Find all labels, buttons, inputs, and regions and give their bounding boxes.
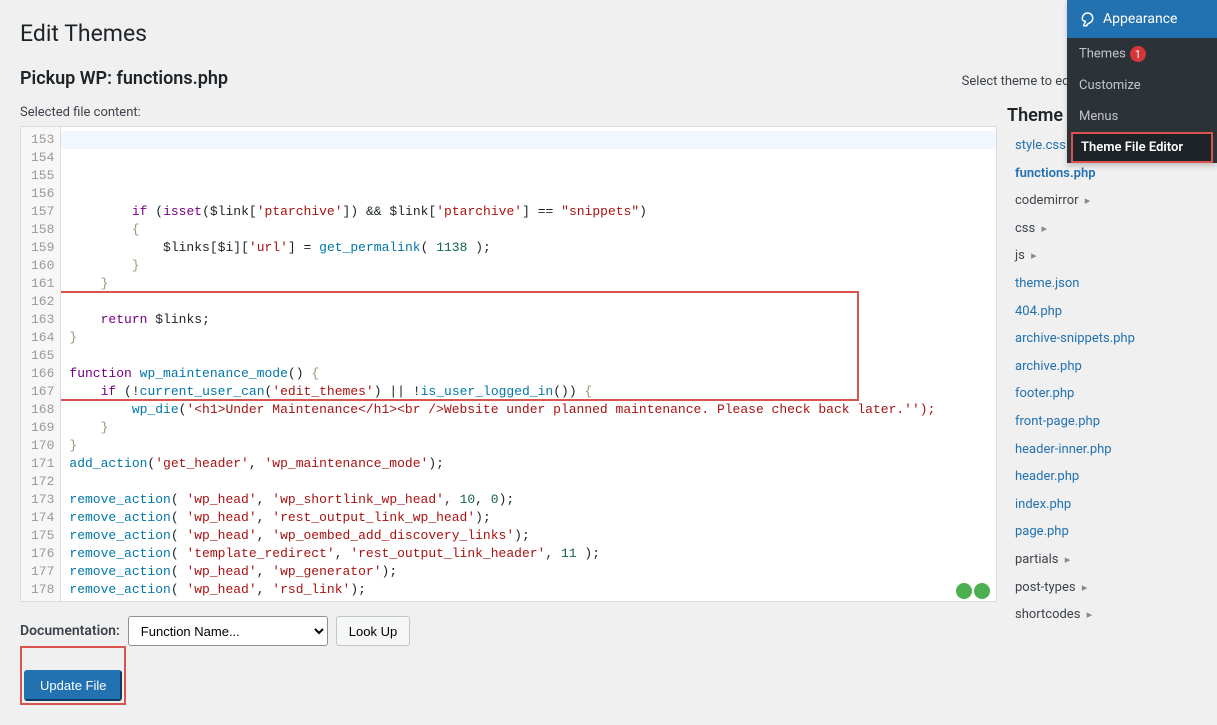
file-item[interactable]: index.php [1007,491,1197,519]
file-item[interactable]: archive-snippets.php [1007,325,1197,353]
update-file-button[interactable]: Update File [24,670,122,701]
select-theme-label: Select theme to edit: [962,74,1080,89]
file-link[interactable]: footer.php [1015,386,1074,401]
chevron-right-icon: ▸ [1065,553,1071,566]
active-line-highlight [61,131,996,149]
file-item[interactable]: post-types ▸ [1007,574,1197,602]
chevron-right-icon: ▸ [1041,222,1047,235]
lookup-button[interactable]: Look Up [336,616,410,646]
file-item[interactable]: codemirror ▸ [1007,187,1197,215]
selected-file-label: Selected file content: [20,105,997,120]
file-subtitle: Pickup WP: functions.php [20,68,228,89]
flyout-item[interactable]: Themes1 [1067,38,1217,70]
file-item[interactable]: footer.php [1007,380,1197,408]
file-item[interactable]: theme.json [1007,270,1197,298]
file-link[interactable]: partials [1015,552,1058,567]
line-numbers: 1531541551561571581591601611621631641651… [21,127,61,601]
file-link[interactable]: shortcodes [1015,607,1080,622]
update-badge: 1 [1130,46,1146,62]
appearance-flyout: Appearance Themes1CustomizeMenusTheme Fi… [1067,0,1217,163]
chevron-right-icon: ▸ [1031,249,1037,262]
file-link[interactable]: page.php [1015,524,1069,539]
file-link[interactable]: header.php [1015,469,1079,484]
file-link[interactable]: front-page.php [1015,414,1100,429]
file-item[interactable]: header-inner.php [1007,436,1197,464]
file-link[interactable]: css [1015,221,1035,236]
file-item[interactable]: 404.php [1007,298,1197,326]
chevron-right-icon: ▸ [1085,194,1091,207]
file-link[interactable]: archive-snippets.php [1015,331,1135,346]
file-link[interactable]: archive.php [1015,359,1082,374]
appearance-menu-header[interactable]: Appearance [1067,0,1217,38]
file-link[interactable]: functions.php [1015,166,1096,181]
file-item[interactable]: partials ▸ [1007,546,1197,574]
file-link[interactable]: codemirror [1015,193,1079,208]
brush-icon [1077,10,1095,28]
update-file-highlight: Update File [20,646,126,705]
file-item[interactable]: js ▸ [1007,242,1197,270]
theme-file-list: style.cssfunctions.phpcodemirror ▸css ▸j… [1007,132,1197,629]
file-link[interactable]: theme.json [1015,276,1079,291]
file-item[interactable]: header.php [1007,463,1197,491]
file-link[interactable]: index.php [1015,497,1071,512]
page-title: Edit Themes [20,20,1197,47]
file-item[interactable]: shortcodes ▸ [1007,601,1197,629]
chevron-right-icon: ▸ [1087,608,1093,621]
flyout-item[interactable]: Theme File Editor [1071,132,1213,163]
file-item[interactable]: page.php [1007,518,1197,546]
file-link[interactable]: header-inner.php [1015,442,1112,457]
file-link[interactable]: style.css [1015,138,1066,153]
file-link[interactable]: 404.php [1015,304,1062,319]
file-item[interactable]: css ▸ [1007,215,1197,243]
flyout-item[interactable]: Menus [1067,101,1217,132]
documentation-label: Documentation: [20,623,120,639]
file-item[interactable]: front-page.php [1007,408,1197,436]
file-item[interactable]: archive.php [1007,353,1197,381]
file-item[interactable]: functions.php [1007,160,1197,188]
documentation-select[interactable]: Function Name... [128,616,328,646]
chevron-right-icon: ▸ [1082,581,1088,594]
file-link[interactable]: js [1015,248,1025,263]
flyout-item[interactable]: Customize [1067,70,1217,101]
code-editor[interactable]: 1531541551561571581591601611621631641651… [20,126,997,602]
file-link[interactable]: post-types [1015,580,1076,595]
